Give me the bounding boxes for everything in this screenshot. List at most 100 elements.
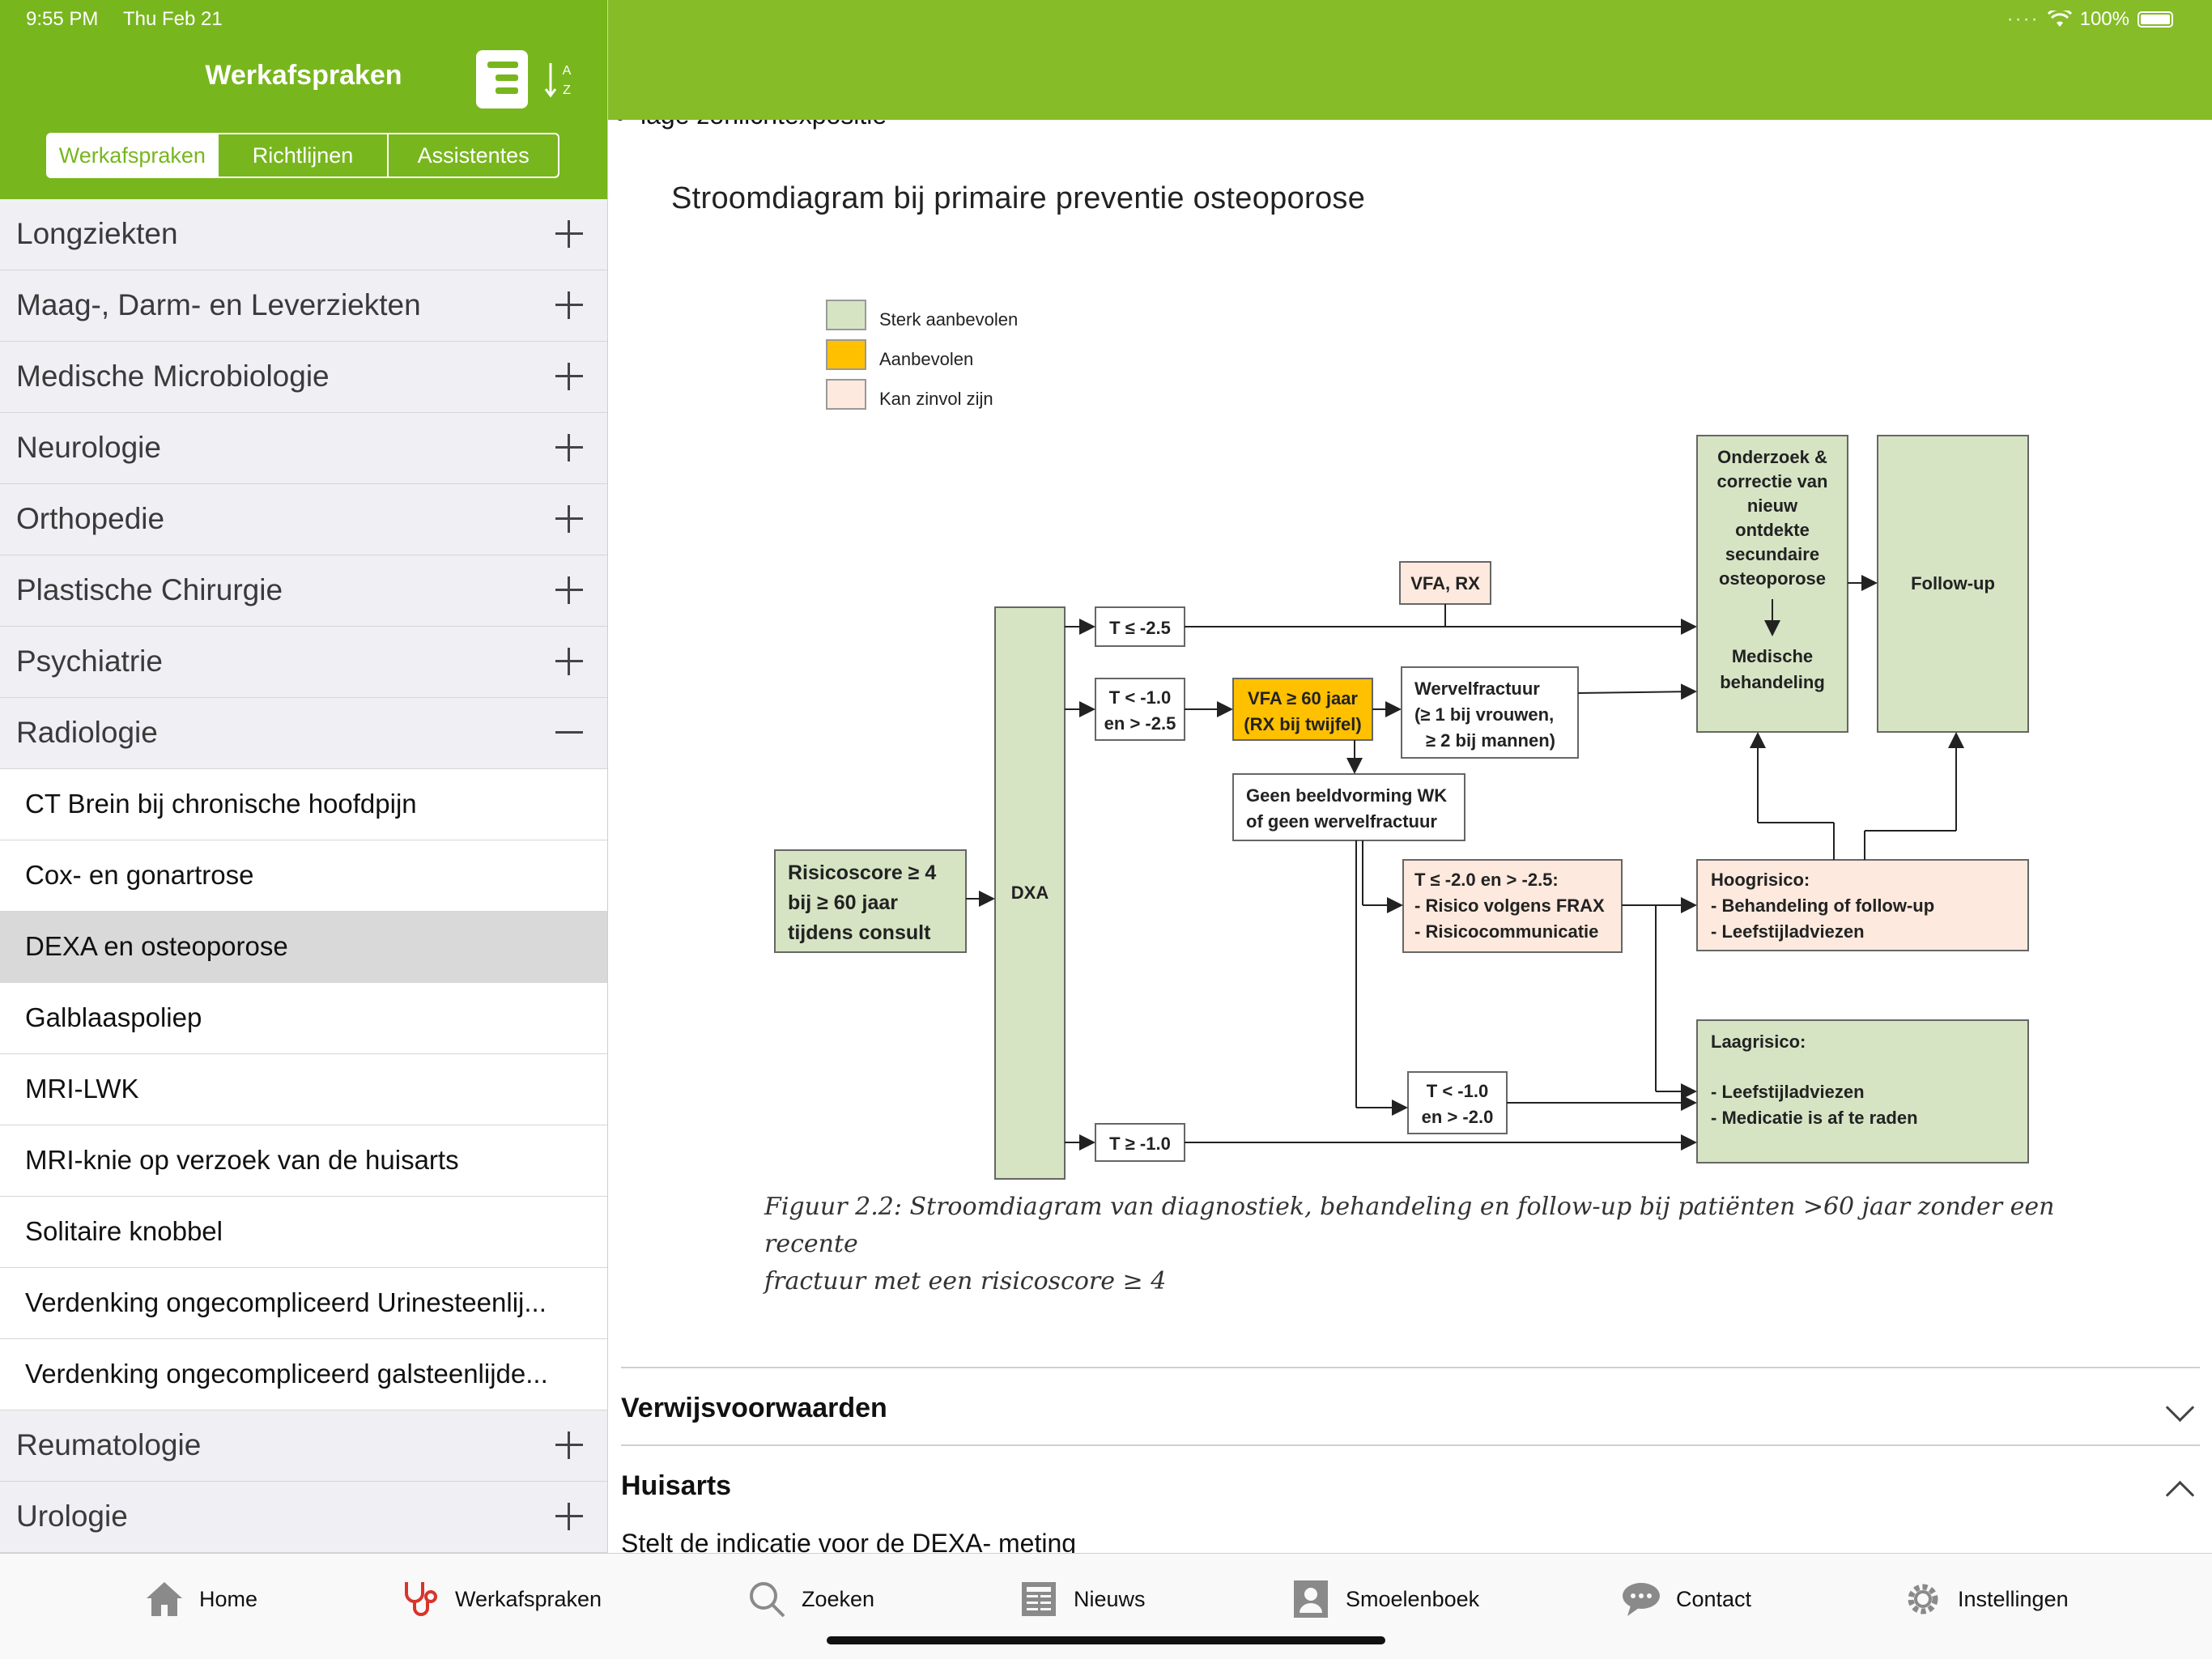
expand-plus-icon bbox=[555, 1431, 583, 1459]
list-item[interactable]: CT Brein bij chronische hoofdpijn bbox=[0, 769, 607, 840]
tab-label: Werkafspraken bbox=[455, 1586, 602, 1611]
svg-text:A: A bbox=[563, 64, 572, 78]
sort-az-button[interactable]: A Z bbox=[544, 58, 580, 102]
category-psychiatrie[interactable]: Psychiatrie bbox=[0, 627, 607, 698]
category-maag-darm-lever[interactable]: Maag-, Darm- en Leverziekten bbox=[0, 270, 607, 342]
tab-werkafspraken[interactable]: Werkafspraken bbox=[400, 1576, 602, 1622]
caption-line: Figuur 2.2: Stroomdiagram van diagnostie… bbox=[764, 1193, 2055, 1258]
list-item-label: MRI-knie op verzoek van de huisarts bbox=[25, 1145, 459, 1175]
legend-label: Aanbevolen bbox=[879, 349, 973, 369]
risk-line: bij ≥ 60 jaar bbox=[788, 891, 898, 914]
onderzoek-label: osteoporose bbox=[1719, 568, 1826, 589]
list-item-label: Verdenking ongecompliceerd galsteenlijde… bbox=[25, 1359, 548, 1389]
accordion-label: Huisarts bbox=[621, 1470, 732, 1501]
category-label: Urologie bbox=[16, 1499, 128, 1533]
tab-zoeken[interactable]: Zoeken bbox=[747, 1576, 874, 1622]
category-plastische-chirurgie[interactable]: Plastische Chirurgie bbox=[0, 555, 607, 627]
category-neurologie[interactable]: Neurologie bbox=[0, 413, 607, 484]
category-label: Maag-, Darm- en Leverziekten bbox=[16, 288, 421, 321]
status-bar: 9:55 PM Thu Feb 21 ···· 100% bbox=[0, 0, 2212, 39]
category-label: Reumatologie bbox=[16, 1428, 202, 1461]
tab-label: Smoelenboek bbox=[1346, 1586, 1480, 1611]
hoog-label: Hoogrisico: bbox=[1711, 870, 1810, 890]
accordion-huisarts[interactable]: Huisarts bbox=[621, 1444, 2200, 1522]
contact-card-icon bbox=[1291, 1579, 1331, 1619]
onderzoek-label: correctie van bbox=[1717, 471, 1828, 491]
svg-text:Z: Z bbox=[563, 83, 571, 97]
vfa-60-label: (RX bij twijfel) bbox=[1244, 714, 1361, 734]
accordion-verwijsvoorwaarden[interactable]: Verwijsvoorwaarden bbox=[621, 1367, 2200, 1444]
expand-plus-icon bbox=[555, 648, 583, 675]
laag-label: - Leefstijladviezen bbox=[1711, 1082, 1865, 1102]
t-box-label: T < -1.0 bbox=[1109, 687, 1171, 708]
newspaper-icon bbox=[1019, 1579, 1059, 1619]
category-radiologie[interactable]: Radiologie bbox=[0, 698, 607, 769]
list-item-label: Solitaire knobbel bbox=[25, 1216, 223, 1246]
segment-werkafspraken[interactable]: Werkafspraken bbox=[48, 134, 217, 177]
list-item[interactable]: MRI-LWK bbox=[0, 1054, 607, 1125]
t-box-label: en > -2.5 bbox=[1104, 713, 1176, 734]
category-medische-microbiologie[interactable]: Medische Microbiologie bbox=[0, 342, 607, 413]
tab-label: Zoeken bbox=[802, 1586, 875, 1611]
category-label: Longziekten bbox=[16, 217, 178, 250]
category-label: Radiologie bbox=[16, 716, 158, 749]
hoog-label: - Behandeling of follow-up bbox=[1711, 895, 1934, 916]
category-reumatologie[interactable]: Reumatologie bbox=[0, 1410, 607, 1482]
wervel-label: (≥ 1 bij vrouwen, bbox=[1414, 704, 1554, 725]
list-item-label: DEXA en osteoporose bbox=[25, 931, 288, 961]
tab-contact[interactable]: Contact bbox=[1621, 1576, 1751, 1622]
vfa-rx-label: VFA, RX bbox=[1410, 573, 1480, 593]
list-item-selected[interactable]: DEXA en osteoporose bbox=[0, 912, 607, 983]
tab-label: Nieuws bbox=[1074, 1586, 1146, 1611]
tab-nieuws[interactable]: Nieuws bbox=[1019, 1576, 1146, 1622]
expand-plus-icon bbox=[555, 576, 583, 604]
status-time: 9:55 PM bbox=[26, 8, 99, 30]
collapse-minus-icon bbox=[555, 719, 583, 747]
onderzoek-label: secundaire bbox=[1725, 544, 1819, 564]
list-view-button[interactable] bbox=[476, 50, 528, 108]
laag-label: - Medicatie is af te raden bbox=[1711, 1108, 1918, 1128]
medische-label: behandeling bbox=[1720, 672, 1825, 692]
search-icon bbox=[747, 1579, 787, 1619]
expand-plus-icon bbox=[555, 363, 583, 390]
segment-richtlijnen[interactable]: Richtlijnen bbox=[216, 134, 388, 177]
dxa-label: DXA bbox=[1011, 883, 1049, 903]
risk-line: tijdens consult bbox=[788, 921, 931, 944]
category-orthopedie[interactable]: Orthopedie bbox=[0, 484, 607, 555]
category-longziekten[interactable]: Longziekten bbox=[0, 199, 607, 270]
stethoscope-icon bbox=[400, 1579, 440, 1619]
category-label: Neurologie bbox=[16, 431, 161, 464]
battery-icon bbox=[2138, 11, 2173, 28]
list-item-label: CT Brein bij chronische hoofdpijn bbox=[25, 789, 417, 819]
flow-diagram: Sterk aanbevolen Aanbevolen Kan zinvol z… bbox=[774, 300, 2029, 1180]
list-item[interactable]: Solitaire knobbel bbox=[0, 1197, 607, 1268]
tab-instellingen[interactable]: Instellingen bbox=[1903, 1576, 2069, 1622]
signal-dots-icon: ···· bbox=[2006, 8, 2040, 30]
onderzoek-label: ontdekte bbox=[1735, 520, 1810, 540]
legend-swatch-peach bbox=[826, 379, 866, 410]
detail-content[interactable]: lage zonlichtexpositie Stroomdiagram bij… bbox=[608, 120, 2212, 1553]
geen-label: Geen beeldvorming WK bbox=[1246, 785, 1447, 806]
chat-bubble-icon bbox=[1621, 1579, 1661, 1619]
category-urologie[interactable]: Urologie bbox=[0, 1482, 607, 1553]
list-item[interactable]: Verdenking ongecompliceerd Urinesteenlij… bbox=[0, 1268, 607, 1339]
t-box-label: T ≤ -2.5 bbox=[1109, 618, 1171, 638]
follow-up-label: Follow-up bbox=[1911, 573, 1995, 593]
accordion-label: Verwijsvoorwaarden bbox=[621, 1393, 887, 1423]
t-frax-label: - Risico volgens FRAX bbox=[1414, 895, 1605, 916]
list-item-label: Galblaaspoliep bbox=[25, 1002, 202, 1032]
battery-percent: 100% bbox=[2079, 8, 2129, 30]
expand-plus-icon bbox=[555, 1503, 583, 1530]
list-item-label: Cox- en gonartrose bbox=[25, 860, 254, 890]
sort-az-icon: A Z bbox=[544, 63, 572, 98]
sidebar: Werkafspraken A Z Werkafspraken Richtlij… bbox=[0, 0, 608, 1553]
list-item[interactable]: Cox- en gonartrose bbox=[0, 840, 607, 912]
tab-home[interactable]: Home bbox=[144, 1576, 257, 1622]
list-item[interactable]: Galblaaspoliep bbox=[0, 983, 607, 1054]
expand-plus-icon bbox=[555, 220, 583, 248]
list-item[interactable]: MRI-knie op verzoek van de huisarts bbox=[0, 1125, 607, 1197]
category-label: Medische Microbiologie bbox=[16, 359, 330, 393]
tab-smoelenboek[interactable]: Smoelenboek bbox=[1291, 1576, 1479, 1622]
list-item[interactable]: Verdenking ongecompliceerd galsteenlijde… bbox=[0, 1339, 607, 1410]
segment-assistentes[interactable]: Assistentes bbox=[387, 134, 558, 177]
